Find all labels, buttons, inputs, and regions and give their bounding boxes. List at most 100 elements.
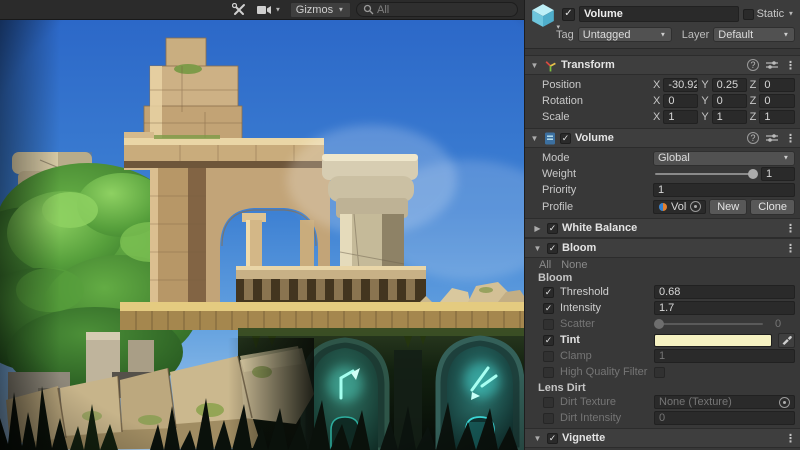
hqf-value-checkbox[interactable] — [654, 367, 665, 378]
scene-search-input[interactable]: All — [356, 2, 518, 17]
none-link[interactable]: None — [561, 259, 587, 271]
threshold-override-checkbox[interactable] — [543, 287, 554, 298]
foldout-icon[interactable] — [532, 224, 543, 233]
rotation-label: Rotation — [542, 95, 653, 107]
bloom-group-label: Bloom — [525, 270, 800, 284]
scatter-override-checkbox[interactable] — [543, 319, 554, 330]
clone-button[interactable]: Clone — [750, 199, 795, 215]
foldout-icon[interactable] — [529, 134, 540, 143]
tools-icon[interactable] — [229, 2, 249, 17]
layer-value: Default — [718, 29, 753, 41]
rotation-x-field[interactable]: 0 — [663, 94, 698, 108]
scatter-slider[interactable] — [654, 318, 765, 330]
scene-view-toolbar: Gizmos All — [0, 0, 524, 20]
threshold-row: Threshold 0.68 — [525, 284, 800, 300]
inspector-panel: ▾ Volume Static Tag Untagged Layer D — [524, 0, 800, 450]
axis-y-label: Y — [701, 79, 708, 91]
scale-label: Scale — [542, 111, 653, 123]
dirt-intensity-field[interactable]: 0 — [654, 411, 795, 425]
dirt-texture-override-checkbox[interactable] — [543, 397, 554, 408]
volume-component-header[interactable]: Volume — [525, 128, 800, 148]
profile-label: Profile — [542, 201, 653, 213]
scatter-row: Scatter 0 — [525, 316, 800, 332]
scatter-value: 0 — [771, 318, 795, 330]
active-checkbox[interactable] — [562, 8, 575, 21]
priority-field[interactable]: 1 — [653, 183, 795, 197]
static-checkbox[interactable] — [743, 9, 754, 20]
rotation-z-field[interactable]: 0 — [759, 94, 795, 108]
tag-dropdown[interactable]: Untagged — [578, 27, 672, 42]
search-placeholder: All — [377, 4, 389, 16]
scale-y-field[interactable]: 1 — [712, 110, 747, 124]
vignette-header[interactable]: Vignette — [525, 428, 800, 448]
hqf-label: High Quality Filtering — [560, 366, 648, 378]
foldout-icon[interactable] — [529, 61, 540, 70]
volume-enabled-checkbox[interactable] — [560, 133, 571, 144]
position-x-field[interactable]: -30.92 — [663, 78, 698, 92]
dirt-intensity-override-checkbox[interactable] — [543, 413, 554, 424]
scene-canvas[interactable] — [0, 20, 524, 450]
mode-label: Mode — [542, 152, 653, 164]
presets-icon[interactable] — [766, 133, 778, 143]
bloom-allnone: All None — [525, 258, 800, 270]
vignette-checkbox[interactable] — [547, 433, 558, 444]
object-picker-icon[interactable] — [779, 397, 790, 408]
position-z-field[interactable]: 0 — [759, 78, 795, 92]
dirt-texture-field[interactable]: None (Texture) — [654, 395, 795, 409]
clamp-override-checkbox[interactable] — [543, 351, 554, 362]
menu-icon[interactable] — [785, 132, 796, 145]
clamp-field[interactable]: 1 — [654, 349, 795, 363]
unity-editor-window: Gizmos All — [0, 0, 800, 450]
eyedropper-button[interactable] — [778, 333, 795, 348]
menu-icon[interactable] — [785, 222, 796, 235]
gameobject-name-field[interactable]: Volume — [579, 6, 739, 22]
foldout-icon[interactable] — [532, 244, 543, 253]
menu-icon[interactable] — [785, 432, 796, 445]
transform-header[interactable]: Transform — [525, 55, 800, 75]
intensity-override-checkbox[interactable] — [543, 303, 554, 314]
threshold-field[interactable]: 0.68 — [654, 285, 795, 299]
tint-override-checkbox[interactable] — [543, 335, 554, 346]
weight-slider[interactable] — [653, 168, 758, 180]
profile-object-field[interactable]: Volume_Gl — [653, 200, 706, 214]
menu-icon[interactable] — [785, 59, 796, 72]
hqf-override-checkbox[interactable] — [543, 367, 554, 378]
tint-color-swatch[interactable] — [654, 334, 772, 347]
all-link[interactable]: All — [539, 259, 551, 271]
weight-field[interactable]: 1 — [761, 167, 795, 181]
intensity-field[interactable]: 1.7 — [654, 301, 795, 315]
rotation-y-field[interactable]: 0 — [712, 94, 747, 108]
scale-x-field[interactable]: 1 — [663, 110, 698, 124]
bloom-header[interactable]: Bloom — [525, 238, 800, 258]
mode-dropdown[interactable]: Global — [653, 151, 795, 166]
threshold-label: Threshold — [560, 286, 648, 298]
help-icon[interactable] — [747, 132, 759, 144]
gizmos-label: Gizmos — [296, 4, 333, 16]
position-label: Position — [542, 79, 653, 91]
white-balance-checkbox[interactable] — [547, 223, 558, 234]
static-dropdown-icon[interactable] — [787, 10, 795, 18]
dirt-texture-value: None (Texture) — [659, 396, 776, 408]
bloom-checkbox[interactable] — [547, 243, 558, 254]
volume-component-icon — [544, 132, 556, 145]
scale-z-field[interactable]: 1 — [759, 110, 795, 124]
scale-row: Scale X1 Y1 Z1 — [525, 109, 800, 125]
axis-x-label: X — [653, 111, 660, 123]
new-button[interactable]: New — [709, 199, 747, 215]
object-picker-icon[interactable] — [690, 201, 701, 212]
position-y-field[interactable]: 0.25 — [712, 78, 747, 92]
scene-view[interactable]: Gizmos All — [0, 0, 524, 450]
presets-icon[interactable] — [766, 60, 778, 70]
camera-menu-button[interactable] — [254, 4, 285, 16]
foldout-icon[interactable] — [532, 434, 543, 443]
white-balance-header[interactable]: White Balance — [525, 218, 800, 238]
menu-icon[interactable] — [785, 242, 796, 255]
gameobject-header: ▾ Volume Static Tag Untagged Layer D — [525, 0, 800, 49]
gizmos-button[interactable]: Gizmos — [290, 2, 351, 18]
priority-row: Priority 1 — [525, 182, 800, 198]
layer-dropdown[interactable]: Default — [713, 27, 795, 42]
priority-label: Priority — [542, 184, 653, 196]
static-label: Static — [757, 8, 785, 20]
help-icon[interactable] — [747, 59, 759, 71]
gameobject-icon-button[interactable]: ▾ — [530, 3, 558, 33]
